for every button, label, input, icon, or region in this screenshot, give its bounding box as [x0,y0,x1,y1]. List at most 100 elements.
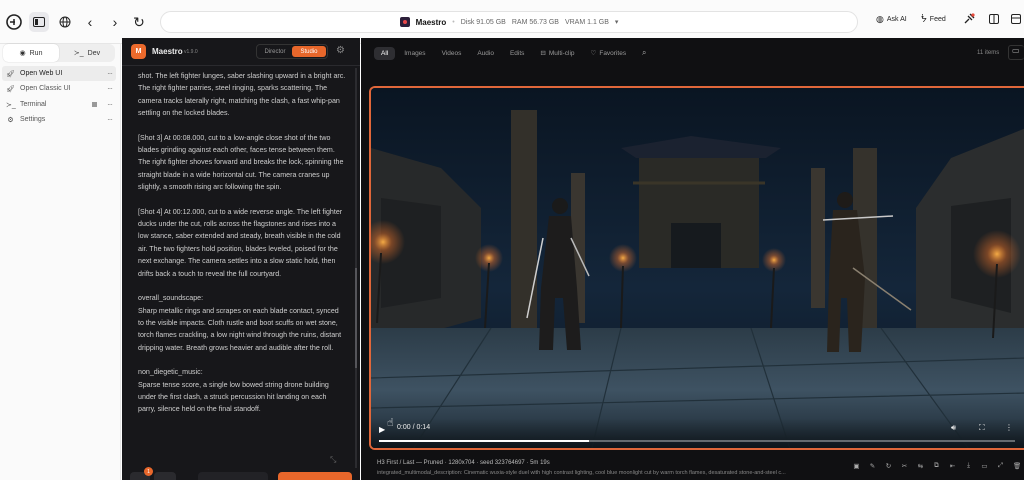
mode-toggle: Director Studio [256,44,328,59]
sidebar-toggle-icon[interactable] [29,12,49,32]
trash-icon[interactable]: 🗑︎ [1013,462,1021,470]
chevron-down-icon[interactable]: ▾ [615,18,619,26]
run-tab[interactable]: ◉ Run [3,44,59,62]
fullscreen-icon[interactable]: ⛶ [979,423,985,433]
gear-icon: ⚙ [7,116,14,124]
tab-label: Favorites [599,49,627,57]
left-sidebar: ◉ Run ≻_ Dev 🚀︎ Open Web UI ··· 🚀︎ Open … [0,44,121,480]
notification-badge: 1 [144,467,153,476]
run-label: Run [29,49,43,57]
transfer-icon[interactable]: ⇆ [917,462,924,470]
plug-icon[interactable] [963,12,976,25]
prompt-panel: M Maestro v1.9.0 Director Studio ⚙ shot.… [122,38,360,480]
panel-header: M Maestro v1.9.0 Director Studio ⚙ [122,38,360,66]
dev-tab[interactable]: ≻_ Dev [59,44,115,62]
maestro-logo: M [131,44,146,59]
tab-label: Multi-clip [548,49,575,57]
more-icon[interactable]: ··· [107,69,113,78]
resize-handle-icon[interactable]: ⤡ [330,455,336,465]
globe-icon[interactable] [55,12,75,32]
video-card[interactable]: ☝ ▶ 0:00 / 0:14 🔊︎ ⛶ ⋮ [369,86,1024,450]
prompt-paragraph: [Shot 3] At 00:08.000, cut to a low-angl… [138,133,346,192]
sidebar-item-label: Open Web UI [20,70,63,77]
sidebar-item-open-classic-ui[interactable]: 🚀︎ Open Classic UI ··· [2,81,116,96]
back-icon[interactable]: ‹ [80,12,100,32]
folder-icon[interactable]: ▭ [981,462,988,470]
video-controls: ▶ 0:00 / 0:14 🔊︎ ⛶ ⋮ [371,418,1024,448]
panel-icon[interactable] [1011,14,1021,24]
save-icon[interactable]: ▣ [853,462,860,470]
refresh-icon[interactable]: ↻ [885,462,892,470]
feed-label: Feed [929,16,946,23]
dev-label: Dev [87,49,101,57]
tab-favorites[interactable]: ♡ Favorites [584,46,634,60]
item-actions: ▣ ✎ ↻ ✂ ⇆ ⧉ ⇤ ⤓ ▭ ⤢ 🗑︎ [853,462,1021,470]
sidebar-item-open-web-ui[interactable]: 🚀︎ Open Web UI ··· [2,66,116,81]
feed-button[interactable]: ᖭ Feed [921,14,946,25]
play-circle-icon: ◉ [19,50,26,57]
sidebar-item-label: Settings [20,116,46,123]
ram-usage: RAM 56.73 GB [511,18,559,26]
stop-icon[interactable] [92,102,97,107]
folder-icon[interactable]: ▭ [1008,45,1024,60]
play-icon[interactable]: ▶ [379,425,387,434]
grid-icon: ⊟ [540,50,546,57]
address-bar[interactable]: Maestro • Disk 91.05 GB RAM 56.73 GB VRA… [160,11,858,33]
bottom-tool-button[interactable]: 1 [144,467,176,480]
window-icon[interactable] [989,14,999,24]
scrollbar-thumb[interactable] [355,268,357,368]
progress-fill [379,440,589,442]
prompt-paragraph: overall_soundscape: Sharp metallic rings… [138,294,342,352]
prompt-paragraph: non_diegetic_music: Sparse tense score, … [138,368,329,414]
chat-bubble-icon: ◍ [876,14,884,24]
sidebar-item-settings[interactable]: ⚙ Settings ··· [2,112,116,127]
vram-usage: VRAM 1.1 GB [564,18,609,26]
heart-icon: ♡ [590,50,597,57]
video-time: 0:00 / 0:14 [397,424,431,431]
rocket-icon: 🚀︎ [6,85,15,93]
tab-multi-clip[interactable]: ⊟ Multi-clip [533,46,581,60]
forward-icon[interactable]: › [105,12,125,32]
more-icon[interactable]: ··· [107,84,113,93]
search-icon[interactable]: ⌕ [642,48,646,58]
video-progress[interactable] [379,440,1015,442]
terminal-icon: ≻_ [6,101,16,109]
import-icon[interactable]: ⇤ [949,462,956,470]
tab-audio[interactable]: Audio [470,47,501,60]
run-dev-toggle: ◉ Run ≻_ Dev [3,44,115,62]
maestro-app-icon [399,17,410,27]
generate-button[interactable] [278,472,352,480]
tab-edits[interactable]: Edits [503,47,531,60]
rss-icon: ᖭ [921,14,927,24]
cut-icon[interactable]: ✂ [901,462,908,470]
prompt-paragraph: [Shot 4] At 00:12.000, cut to a wide rev… [138,207,345,278]
more-options-icon[interactable]: ⋮ [1005,423,1013,432]
pinokio-logo-icon[interactable] [4,12,24,32]
prompt-text[interactable]: shot. The left fighter lunges, saber sla… [138,70,346,464]
panel-title: Maestro [152,47,183,56]
volume-icon[interactable]: 🔊︎ [951,423,956,433]
director-mode-button[interactable]: Director [258,46,292,57]
download-icon[interactable]: ⤓ [965,462,972,470]
terminal-icon: ≻_ [73,50,84,57]
prompt-scrollbar[interactable] [355,68,357,468]
item-count: 11 items [977,50,1000,56]
edit-icon[interactable]: ✎ [869,462,876,470]
gear-icon[interactable]: ⚙ [336,45,345,56]
more-icon[interactable]: ··· [107,100,113,109]
bottom-input[interactable] [198,472,268,480]
copy-icon[interactable]: ⧉ [933,462,940,470]
tab-all[interactable]: All [374,46,396,60]
reload-icon[interactable]: ↻ [129,12,149,32]
sidebar-item-terminal[interactable]: ≻_ Terminal ··· [2,97,116,112]
studio-mode-button[interactable]: Studio [292,46,326,57]
gallery-tabs: All Images Videos Audio Edits ⊟ Multi-cli… [374,45,633,61]
item-meta-title: H3 First / Last — Pruned · 1280x704 · se… [377,460,550,466]
tab-videos[interactable]: Videos [435,47,469,60]
tab-images[interactable]: Images [397,47,432,60]
reveal-icon[interactable]: ⤢ [997,462,1004,470]
more-icon[interactable]: ··· [107,115,113,124]
app-name: Maestro [415,17,447,27]
prompt-paragraph: shot. The left fighter lunges, saber sla… [138,72,346,118]
ask-ai-button[interactable]: ◍ Ask AI [876,14,907,25]
